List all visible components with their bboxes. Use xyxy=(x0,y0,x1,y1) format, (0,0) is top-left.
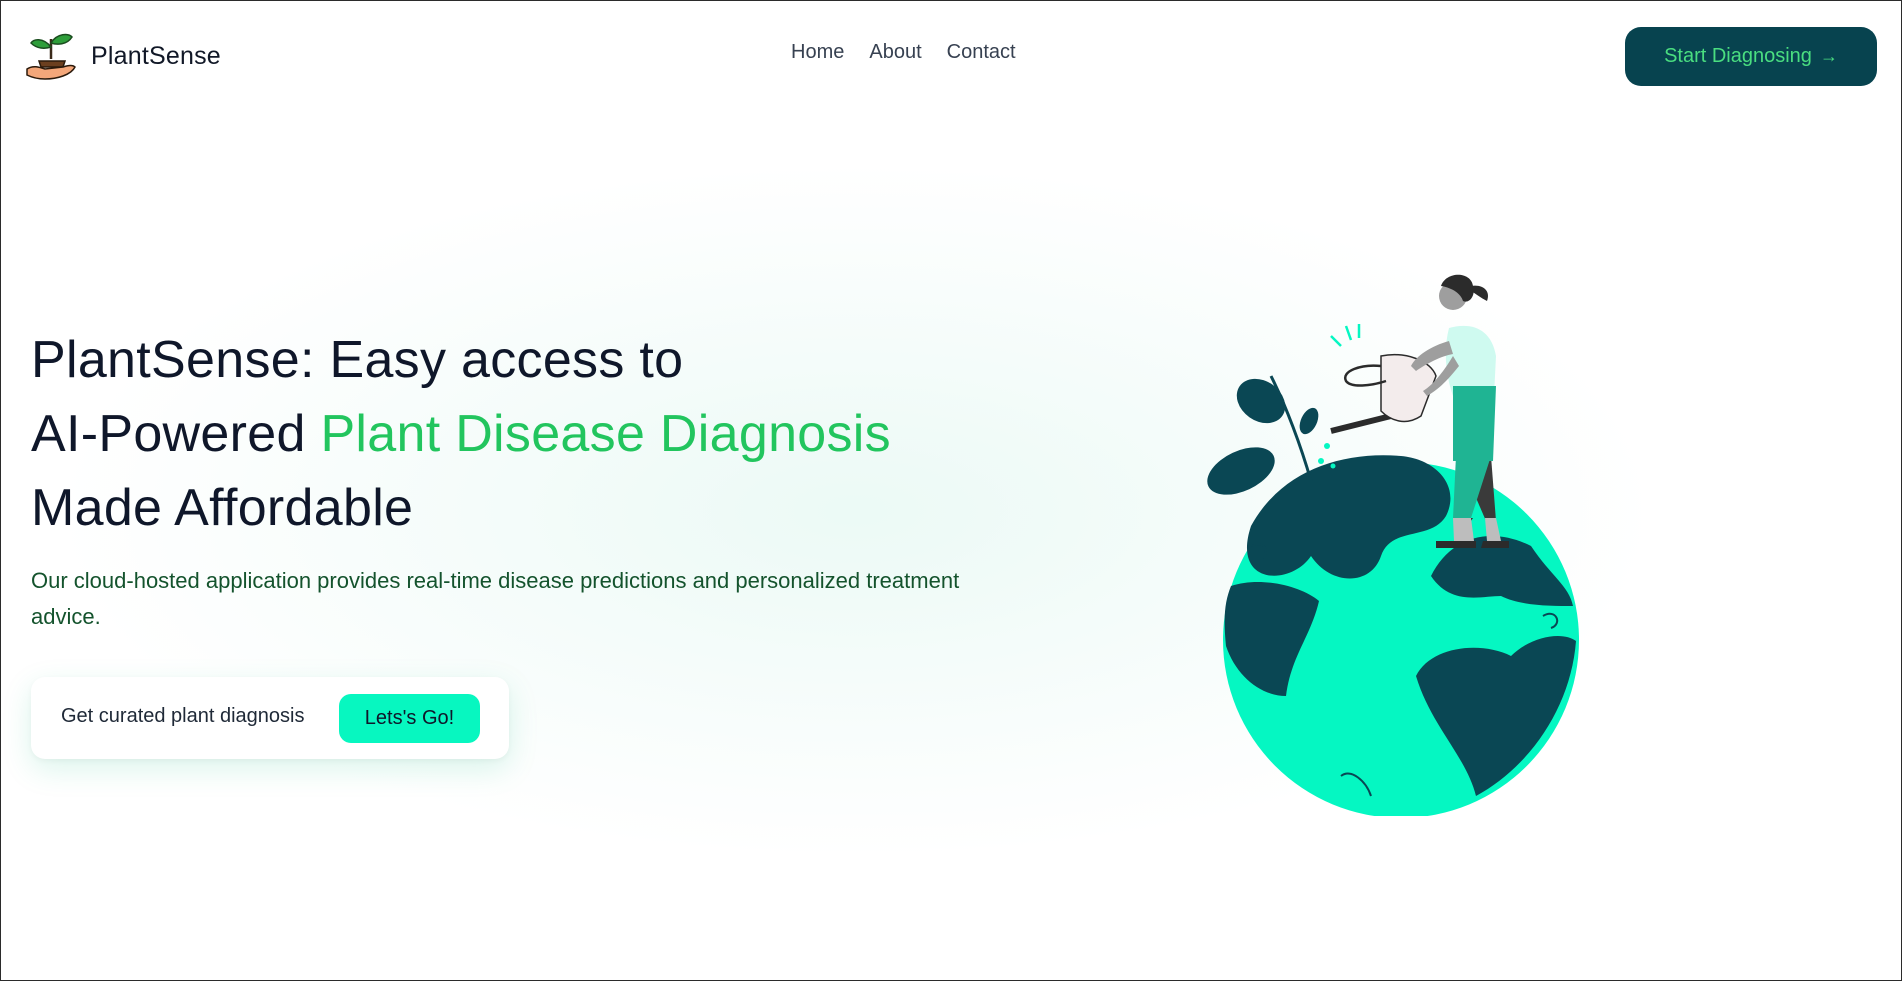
hero-subtitle: Our cloud-hosted application provides re… xyxy=(31,568,960,629)
plant-in-hand-icon xyxy=(26,33,76,80)
nav-link-about[interactable]: About xyxy=(869,41,921,64)
hero-title-line2-prefix: AI-Powered xyxy=(31,405,321,463)
hero-title: PlantSense: Easy access to AI-Powered Pl… xyxy=(31,323,1031,545)
woman-watering-plant-on-globe-illustration xyxy=(1207,274,1579,816)
diagnosis-cta-card: Get curated plant diagnosis Lets's Go! xyxy=(31,677,509,759)
brand-name: PlantSense xyxy=(91,41,221,70)
lets-go-button[interactable]: Lets's Go! xyxy=(339,694,480,743)
nav-link-home[interactable]: Home xyxy=(791,41,844,64)
top-navbar: PlantSense Home About Contact Start Diag… xyxy=(1,1,1901,109)
brand-link[interactable]: PlantSense xyxy=(25,31,221,81)
hero-title-line3: Made Affordable xyxy=(31,479,414,537)
hero-title-accent: Plant Disease Diagnosis xyxy=(320,405,891,463)
nav-links: Home About Contact xyxy=(791,41,1016,64)
hero-title-line1: PlantSense: Easy access to xyxy=(31,331,684,389)
cta-card-label: Get curated plant diagnosis xyxy=(61,705,305,727)
arrow-right-icon: → xyxy=(1819,46,1838,66)
start-diagnosing-label: Start Diagnosing xyxy=(1664,45,1812,67)
nav-link-contact[interactable]: Contact xyxy=(947,41,1016,64)
start-diagnosing-button[interactable]: Start Diagnosing → xyxy=(1625,27,1877,86)
